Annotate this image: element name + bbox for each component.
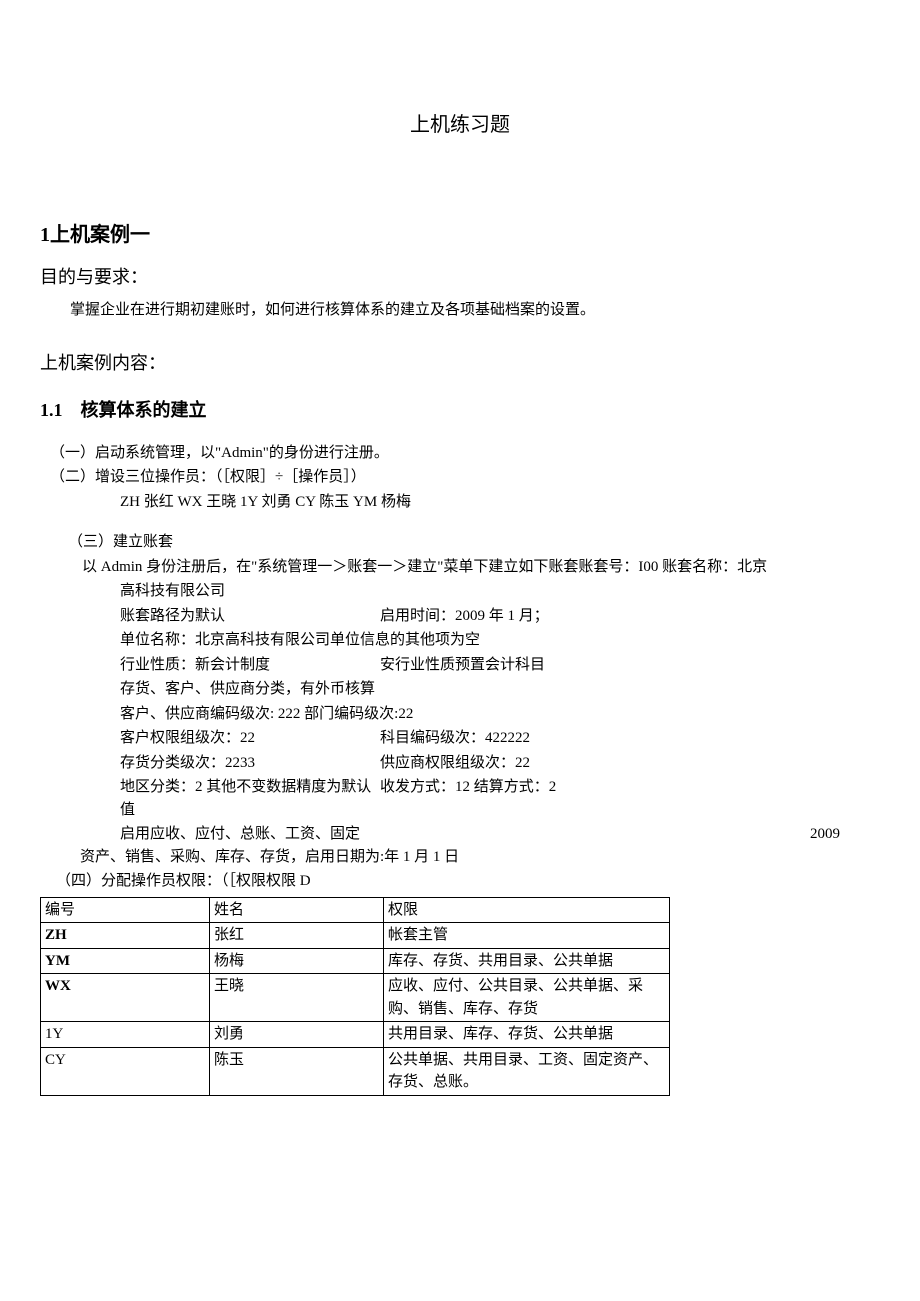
case-heading: 1上机案例一 — [40, 220, 880, 250]
preset-accounts: 安行业性质预置会计科目 — [380, 654, 880, 677]
case-content-heading: 上机案例内容： — [40, 350, 880, 377]
permissions-table: 编号 姓名 权限 ZH 张红 帐套主管 YM 杨梅 库存、存货、共用目录、公共单… — [40, 897, 670, 1096]
enable-modules-a: 启用应收、应付、总账、工资、固定 — [120, 823, 880, 846]
th-name: 姓名 — [210, 897, 384, 923]
account-path: 账套路径为默认 — [120, 605, 380, 628]
inventory-level: 存货分类级次：2233 — [120, 752, 380, 775]
enable-time: 启用时间：2009 年 1 月； — [380, 605, 880, 628]
enable-year: 2009 — [810, 823, 840, 846]
cell-perm: 库存、存货、共用目录、公共单据 — [384, 948, 670, 974]
step-3: （三）建立账套 — [68, 531, 880, 554]
table-row: CY 陈玉 公共单据、共用目录、工资、固定资产、存货、总账。 — [41, 1047, 670, 1095]
table-row: YM 杨梅 库存、存货、共用目录、公共单据 — [41, 948, 670, 974]
th-id: 编号 — [41, 897, 210, 923]
subject-code-level: 科目编码级次：422222 — [380, 727, 880, 750]
industry-nature: 行业性质：新会计制度 — [120, 654, 380, 677]
cell-perm: 帐套主管 — [384, 923, 670, 949]
account-details: 高科技有限公司 账套路径为默认 启用时间：2009 年 1 月； 单位名称：北京… — [120, 580, 880, 821]
section-1-1-heading: 1.1 核算体系的建立 — [40, 397, 880, 424]
step-4: （四）分配操作员权限：（［权限权限 D — [56, 870, 880, 893]
cell-name: 王晓 — [210, 974, 384, 1022]
customer-perm-level: 客户权限组级次：22 — [120, 727, 380, 750]
cell-perm: 共用目录、库存、存货、公共单据 — [384, 1022, 670, 1048]
step-2-operators: ZH 张红 WX 王晓 1Y 刘勇 CY 陈玉 YM 杨梅 — [120, 491, 880, 514]
step-2: （二）增设三位操作员：（［权限］÷［操作员］） — [50, 466, 880, 489]
table-row: WX 王晓 应收、应付、公共目录、公共单据、采购、销售、库存、存货 — [41, 974, 670, 1022]
classification-note: 存货、客户、供应商分类，有外币核算 — [120, 678, 375, 701]
company-name-cont: 高科技有限公司 — [120, 580, 225, 603]
cell-perm: 公共单据、共用目录、工资、固定资产、存货、总账。 — [384, 1047, 670, 1095]
code-levels-1: 客户、供应商编码级次: 222 部门编码级次:22 — [120, 703, 413, 726]
unit-name: 单位名称：北京高科技有限公司单位信息的其他项为空 — [120, 629, 480, 652]
cell-id: YM — [41, 948, 210, 974]
cell-name: 刘勇 — [210, 1022, 384, 1048]
step-1: （一）启动系统管理，以"Admin"的身份进行注册。 — [50, 442, 880, 465]
cell-perm: 应收、应付、公共目录、公共单据、采购、销售、库存、存货 — [384, 974, 670, 1022]
cell-name: 张红 — [210, 923, 384, 949]
enable-modules-b: 资产、销售、采购、库存、存货，启用日期为:年 1 月 1 日 — [80, 846, 880, 869]
purpose-heading: 目的与要求： — [40, 264, 880, 291]
th-perm: 权限 — [384, 897, 670, 923]
delivery-settlement: 收发方式：12 结算方式：2 — [380, 776, 880, 821]
cell-name: 杨梅 — [210, 948, 384, 974]
table-header-row: 编号 姓名 权限 — [41, 897, 670, 923]
cell-id: WX — [41, 974, 210, 1022]
purpose-body: 掌握企业在进行期初建账时，如何进行核算体系的建立及各项基础档案的设置。 — [40, 299, 880, 322]
table-row: 1Y 刘勇 共用目录、库存、存货、公共单据 — [41, 1022, 670, 1048]
cell-name: 陈玉 — [210, 1047, 384, 1095]
region-precision: 地区分类：2 其他不变数据精度为默认值 — [120, 776, 380, 821]
step-3-intro: 以 Admin 身份注册后，在"系统管理一＞账套一＞建立"菜单下建立如下账套账套… — [82, 556, 880, 579]
cell-id: CY — [41, 1047, 210, 1095]
cell-id: ZH — [41, 923, 210, 949]
document-title: 上机练习题 — [40, 110, 880, 140]
supplier-perm-level: 供应商权限组级次：22 — [380, 752, 880, 775]
cell-id: 1Y — [41, 1022, 210, 1048]
table-row: ZH 张红 帐套主管 — [41, 923, 670, 949]
